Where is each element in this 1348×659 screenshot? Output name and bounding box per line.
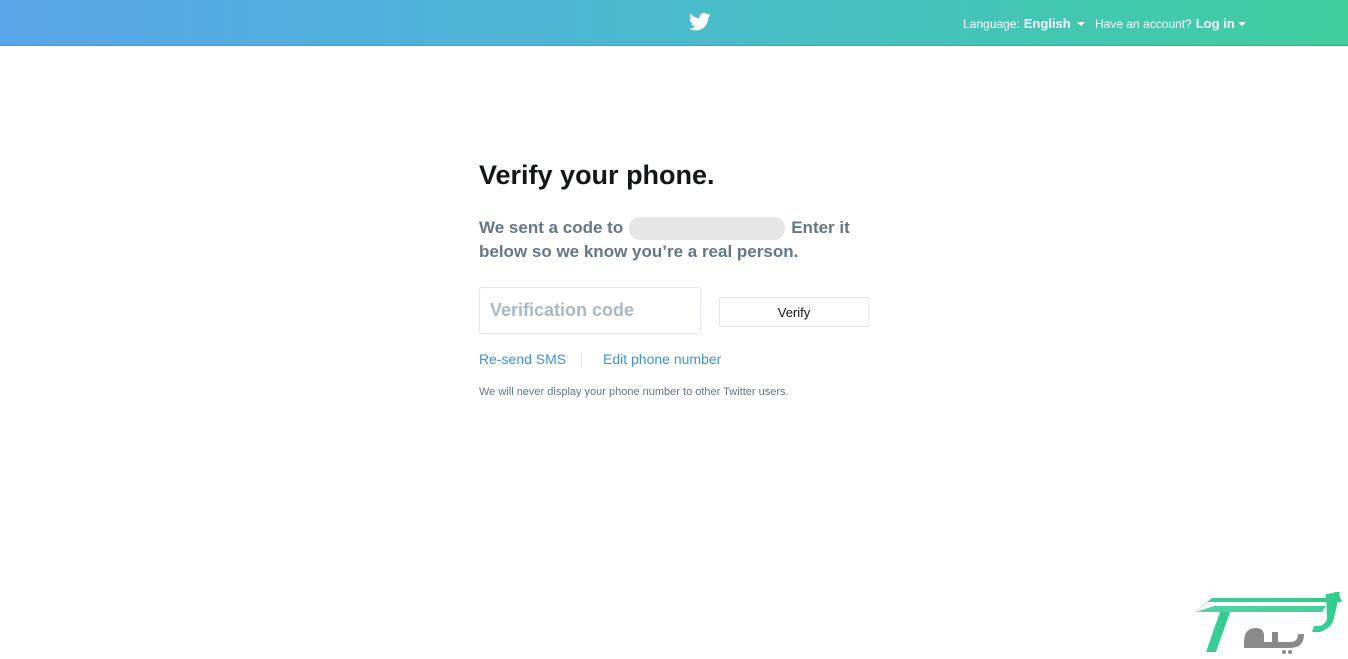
- verification-description: We sent a code to Enter it below so we k…: [479, 216, 879, 264]
- language-selector[interactable]: Language: English: [963, 16, 1085, 31]
- page-title: Verify your phone.: [479, 160, 715, 190]
- top-bar: Language: English Have an account? Log i…: [0, 0, 1348, 46]
- desc-part-1: We sent a code to: [479, 218, 624, 237]
- edit-phone-link[interactable]: Edit phone number: [603, 351, 721, 367]
- desc-part-2: Enter it: [791, 218, 850, 237]
- verification-code-input[interactable]: [479, 287, 701, 334]
- chevron-down-icon: [1076, 22, 1085, 26]
- language-value: English: [1023, 16, 1071, 31]
- verify-button[interactable]: Verify: [719, 297, 869, 327]
- watermark-logo: [1188, 592, 1342, 654]
- desc-line-2: below so we know you’re a real person.: [479, 242, 799, 261]
- redacted-phone-number: [629, 216, 786, 240]
- privacy-note: We will never display your phone number …: [479, 386, 789, 398]
- language-label: Language:: [963, 16, 1020, 31]
- twitter-bird-icon[interactable]: [689, 12, 711, 32]
- account-prompt-area: Have an account? Log in: [1095, 16, 1246, 31]
- resend-sms-link[interactable]: Re-send SMS: [479, 351, 566, 367]
- login-button[interactable]: Log in: [1196, 16, 1246, 31]
- link-divider: [581, 352, 582, 368]
- chevron-down-icon: [1237, 22, 1246, 26]
- account-prompt: Have an account?: [1095, 16, 1192, 31]
- login-label: Log in: [1195, 16, 1235, 31]
